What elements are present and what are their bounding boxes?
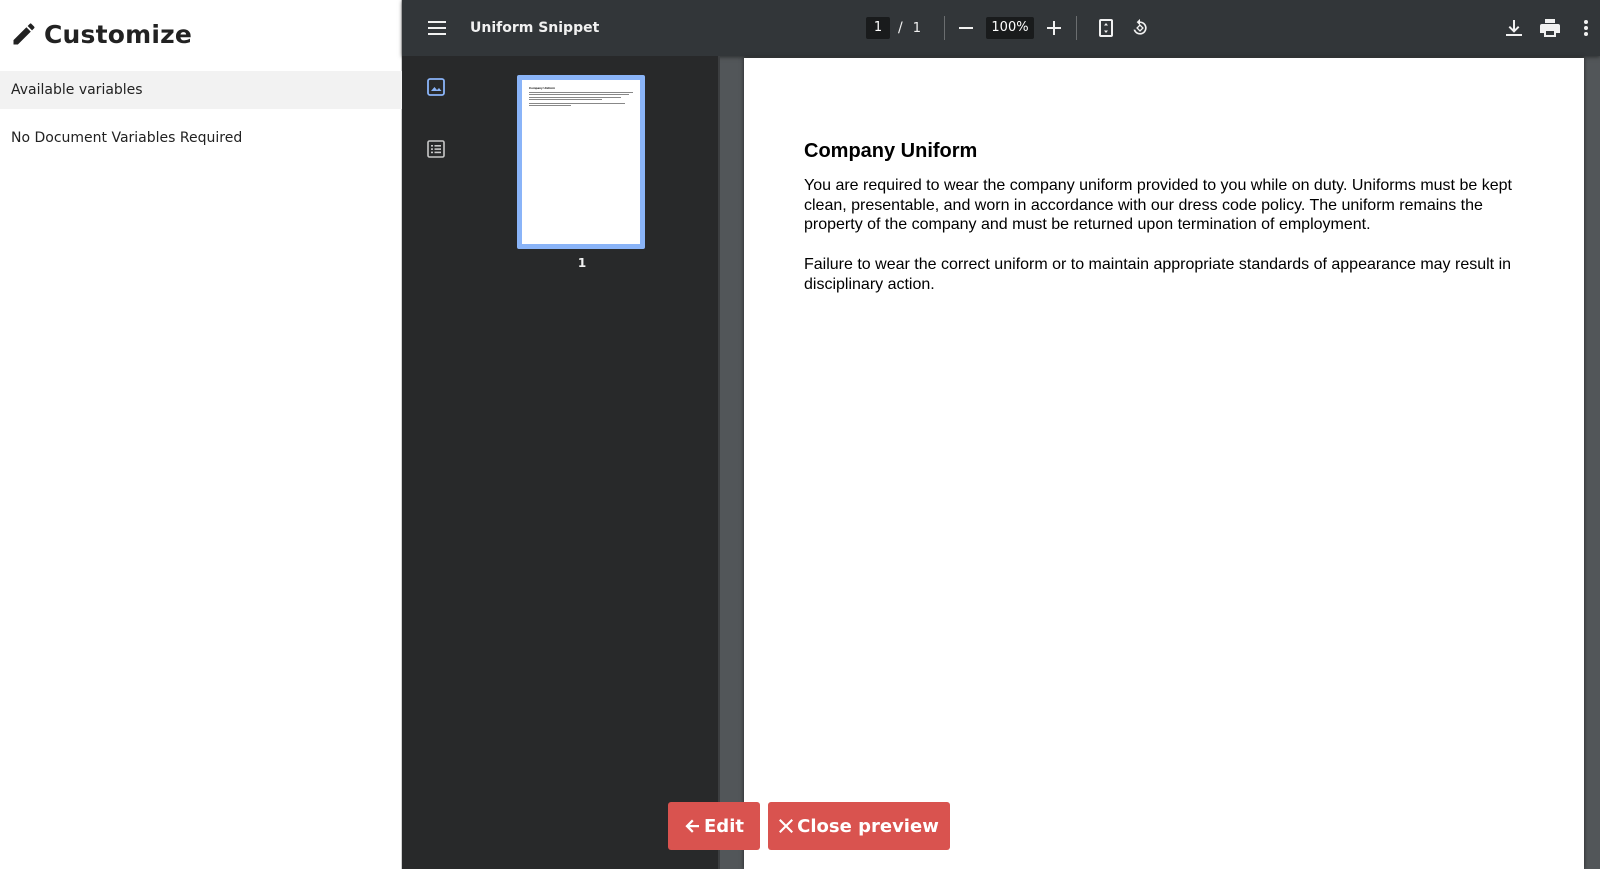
zoom-field: 100% xyxy=(986,0,1034,56)
thumbnail-heading: Company Uniform xyxy=(529,86,556,90)
viewer-toolbar: Uniform Snippet 1 / 1 100% xyxy=(402,0,1600,56)
customize-panel: Customize Available variables No Documen… xyxy=(0,0,406,869)
close-preview-button[interactable]: Close preview xyxy=(768,802,950,850)
fit-page-icon[interactable] xyxy=(1096,0,1116,56)
thumbnail-sidebar: Company Uniform 1 xyxy=(402,56,720,869)
page-separator: / xyxy=(898,20,903,36)
toolbar-divider xyxy=(1076,16,1077,40)
document-title: Uniform Snippet xyxy=(470,20,600,36)
page-thumbnail[interactable]: Company Uniform xyxy=(517,75,645,249)
page-selector: 1 / 1 xyxy=(866,0,921,56)
page-number-input[interactable]: 1 xyxy=(866,17,890,39)
document-page: Company Uniform You are required to wear… xyxy=(744,58,1584,869)
edit-button[interactable]: Edit xyxy=(668,802,760,850)
download-icon[interactable] xyxy=(1504,0,1524,56)
sidebar-icon-column xyxy=(402,56,472,869)
zoom-input[interactable]: 100% xyxy=(986,17,1034,39)
zoom-out-icon[interactable] xyxy=(956,0,976,56)
outline-icon[interactable] xyxy=(426,139,446,159)
document-heading: Company Uniform xyxy=(804,140,978,162)
print-icon[interactable] xyxy=(1538,0,1562,56)
panel-title: Customize xyxy=(10,16,192,52)
thumbnail-page-number: 1 xyxy=(577,256,587,270)
close-icon xyxy=(779,819,794,833)
panel-title-text: Customize xyxy=(44,19,193,49)
available-variables-header[interactable]: Available variables xyxy=(0,71,406,109)
arrow-left-icon xyxy=(685,819,700,833)
pencil-icon xyxy=(13,23,35,45)
zoom-in-icon[interactable] xyxy=(1044,0,1064,56)
pdf-viewer: Uniform Snippet 1 / 1 100% Company Unifo… xyxy=(402,0,1600,869)
page-total: 1 xyxy=(912,20,921,36)
toolbar-divider xyxy=(944,16,945,40)
rotate-icon[interactable] xyxy=(1128,0,1152,56)
no-variables-message: No Document Variables Required xyxy=(11,130,243,146)
document-paragraph: You are required to wear the company uni… xyxy=(804,177,1512,233)
document-paragraph: Failure to wear the correct uniform or t… xyxy=(804,256,1512,293)
edit-button-label: Edit xyxy=(704,815,744,837)
close-preview-label: Close preview xyxy=(797,815,939,837)
thumbnails-icon[interactable] xyxy=(426,77,446,97)
hamburger-menu-icon[interactable] xyxy=(424,0,450,56)
more-vert-icon[interactable] xyxy=(1578,0,1594,56)
